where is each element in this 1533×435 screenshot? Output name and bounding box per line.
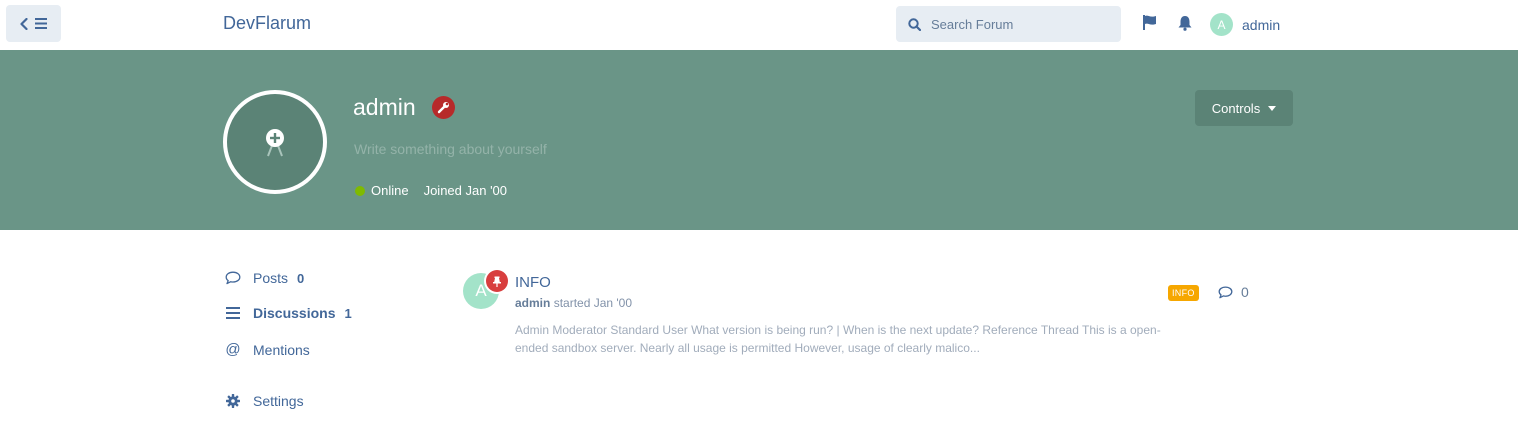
user-hero: admin Write something about yourself Onl…	[0, 50, 1518, 230]
tag-badge[interactable]: INFO	[1168, 285, 1199, 301]
reply-count-value: 0	[1241, 284, 1249, 300]
nav-mentions-label: Mentions	[253, 341, 310, 358]
list-icon	[226, 307, 240, 319]
wrench-icon	[437, 102, 449, 114]
bell-icon[interactable]	[1178, 15, 1192, 31]
bio-field[interactable]: Write something about yourself	[354, 141, 547, 157]
user-info: Online Joined Jan '00	[355, 183, 507, 198]
thumbtack-icon	[493, 276, 501, 287]
nav-settings-label: Settings	[253, 393, 304, 409]
chevron-left-icon	[20, 17, 28, 30]
search-icon	[908, 17, 921, 31]
discussion-author[interactable]: admin	[515, 296, 550, 310]
reply-count[interactable]: 0	[1218, 284, 1249, 300]
nav-item-discussions[interactable]: Discussions 1	[225, 305, 352, 321]
discussion-excerpt[interactable]: Admin Moderator Standard User What versi…	[515, 321, 1165, 357]
profile-avatar[interactable]	[223, 90, 327, 194]
session-dropdown[interactable]: A admin	[1210, 13, 1280, 36]
nav-item-settings[interactable]: Settings	[225, 393, 304, 409]
flag-icon[interactable]	[1142, 15, 1157, 30]
comment-icon	[1218, 285, 1233, 298]
online-status: Online	[371, 183, 409, 198]
controls-label: Controls	[1211, 100, 1261, 116]
profile-username: admin	[353, 94, 416, 120]
nav-item-posts[interactable]: Posts 0	[225, 270, 304, 286]
nav-discussions-label: Discussions	[253, 305, 336, 321]
session-username: admin	[1242, 16, 1281, 33]
gear-icon	[226, 394, 240, 408]
discussion-started[interactable]: started Jan '00	[554, 296, 632, 310]
caret-down-icon	[1268, 105, 1277, 111]
search-input[interactable]	[931, 16, 1101, 32]
nav-item-mentions[interactable]: @ Mentions	[225, 341, 310, 358]
joined-date: Joined Jan '00	[423, 183, 508, 198]
at-icon: @	[225, 341, 241, 358]
search-box[interactable]	[896, 6, 1121, 42]
forum-title[interactable]: DevFlarum	[223, 13, 311, 34]
avatar: A	[1210, 13, 1233, 36]
controls-button[interactable]: Controls	[1195, 90, 1293, 126]
admin-badge	[432, 96, 455, 119]
nav-posts-label: Posts	[253, 270, 289, 286]
upload-avatar-icon	[266, 129, 284, 157]
posts-count: 0	[297, 270, 305, 286]
discussions-count: 1	[344, 305, 352, 321]
menu-icon	[35, 18, 47, 29]
comment-icon	[225, 271, 241, 285]
online-indicator	[355, 185, 365, 196]
discussion-title[interactable]: INFO	[515, 274, 551, 291]
sticky-badge	[486, 270, 508, 292]
header: DevFlarum A admin	[0, 0, 1518, 50]
back-button[interactable]	[6, 5, 61, 42]
discussion-meta: admin started Jan '00	[515, 296, 632, 310]
